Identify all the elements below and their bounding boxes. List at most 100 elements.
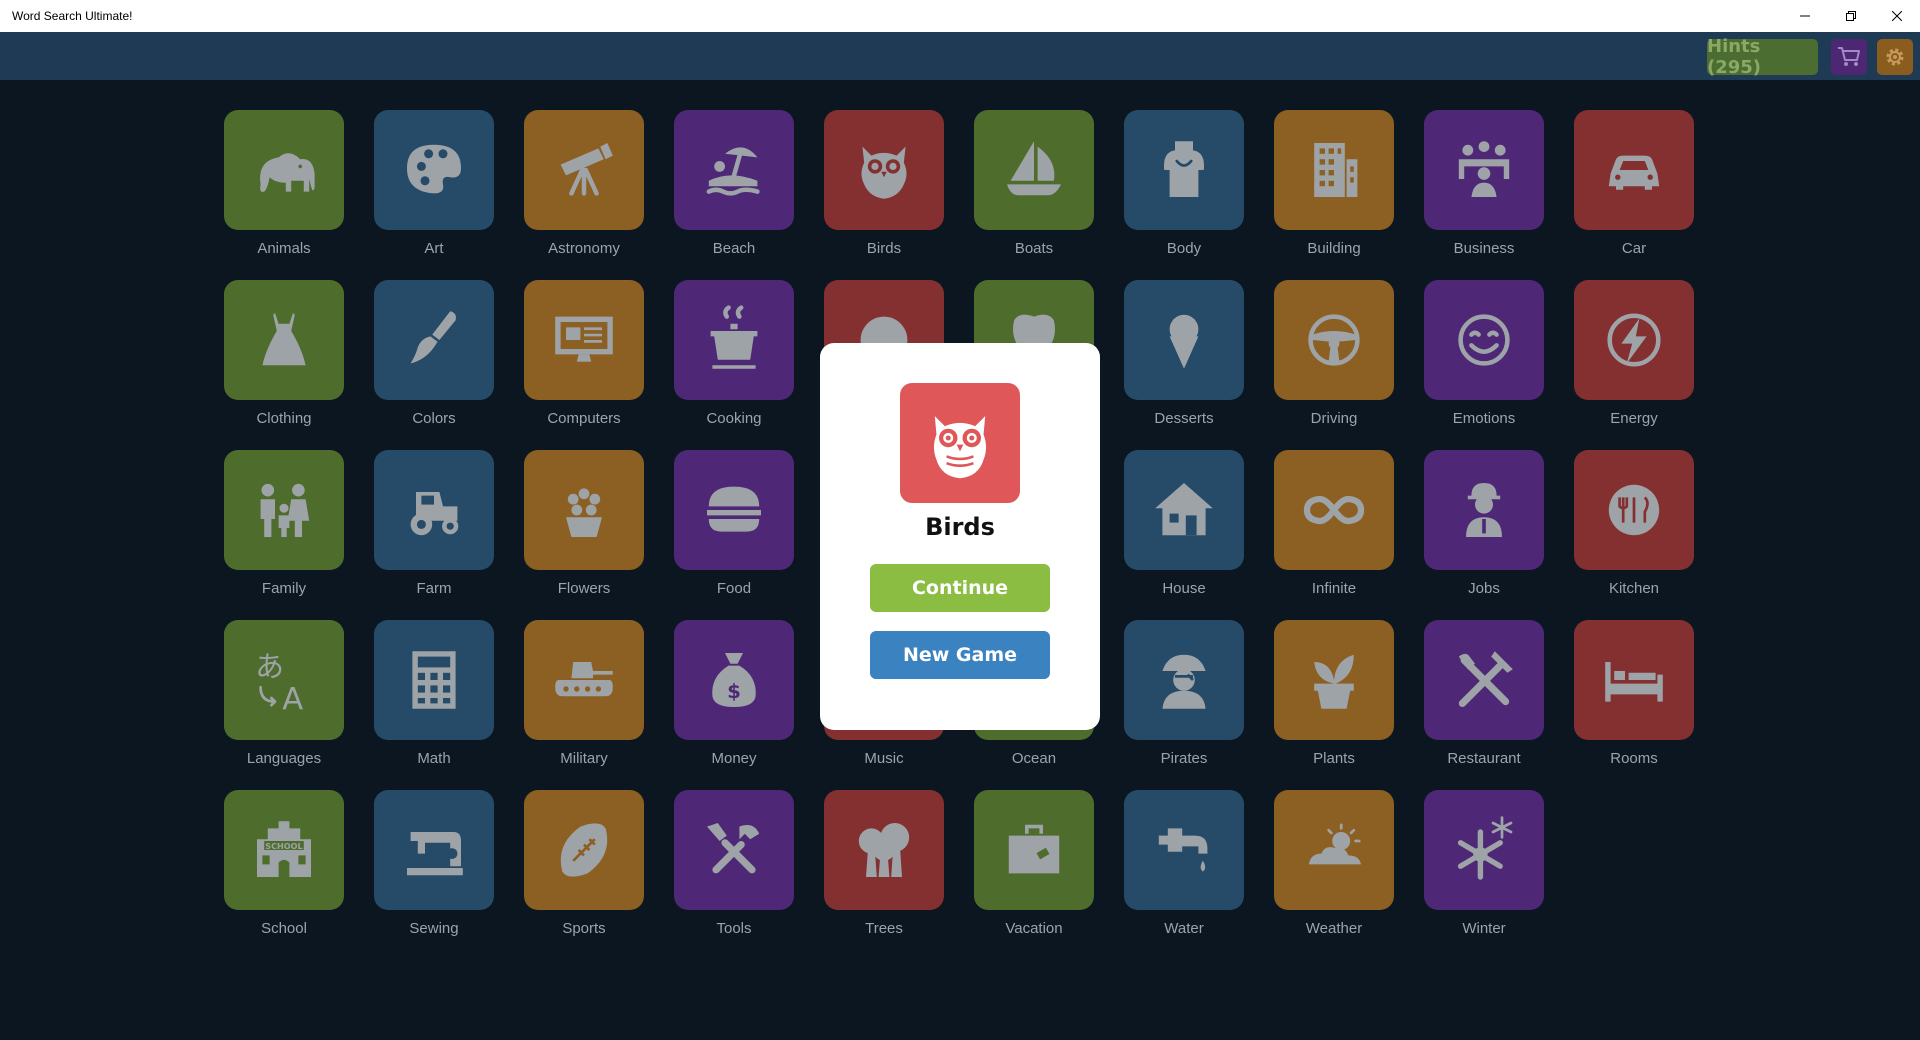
tank-icon — [555, 662, 613, 697]
category-tile-car[interactable]: Car — [1574, 110, 1694, 257]
category-tile-box — [1424, 280, 1544, 400]
category-tile-box — [1424, 620, 1544, 740]
continue-button[interactable]: Continue — [870, 564, 1050, 612]
category-tile-farm[interactable]: Farm — [374, 450, 494, 597]
category-label: Tools — [716, 920, 752, 937]
svg-text:A: A — [282, 682, 303, 716]
category-tile-box — [1574, 280, 1694, 400]
category-tile-math[interactable]: Math — [374, 620, 494, 767]
category-tile-boats[interactable]: Boats — [974, 110, 1094, 257]
category-tile-trees[interactable]: Trees — [824, 790, 944, 937]
category-tile-house[interactable]: House — [1124, 450, 1244, 597]
category-tile-box — [1124, 280, 1244, 400]
category-tile-box — [524, 110, 644, 230]
category-tile-infinite[interactable]: Infinite — [1274, 450, 1394, 597]
category-tile-colors[interactable]: Colors — [374, 280, 494, 427]
category-tile-pirates[interactable]: Pirates — [1124, 620, 1244, 767]
category-label: Computers — [547, 410, 621, 427]
category-label: Desserts — [1154, 410, 1214, 427]
tractor-icon — [410, 492, 459, 536]
category-tile-jobs[interactable]: Jobs — [1424, 450, 1544, 597]
house-icon — [1155, 483, 1213, 536]
category-label: Sports — [562, 920, 606, 937]
category-tile-school[interactable]: SCHOOL School — [224, 790, 344, 937]
family-icon — [260, 483, 310, 537]
fork-knife-icon — [1458, 651, 1513, 707]
category-tile-birds[interactable]: Birds — [824, 110, 944, 257]
category-tile-building[interactable]: Building — [1274, 110, 1394, 257]
category-tile-box — [1574, 110, 1694, 230]
money-bag-icon: $ — [712, 653, 756, 707]
restore-button[interactable] — [1828, 0, 1874, 32]
category-tile-driving[interactable]: Driving — [1274, 280, 1394, 427]
category-tile-astronomy[interactable]: Astronomy — [524, 110, 644, 257]
category-tile-box — [1274, 790, 1394, 910]
category-label: Kitchen — [1608, 580, 1660, 597]
minimize-button[interactable] — [1782, 0, 1828, 32]
category-tile-weather[interactable]: Weather — [1274, 790, 1394, 937]
category-tile-box — [1424, 790, 1544, 910]
category-tile-body[interactable]: Body — [1124, 110, 1244, 257]
category-tile-beach[interactable]: Beach — [674, 110, 794, 257]
category-tile-languages[interactable]: あ A Languages — [224, 620, 344, 767]
category-tile-desserts[interactable]: Desserts — [1124, 280, 1244, 427]
category-tile-cooking[interactable]: Cooking — [674, 280, 794, 427]
category-tile-rooms[interactable]: Rooms — [1574, 620, 1694, 767]
hints-button[interactable]: Hints (295) — [1707, 36, 1818, 78]
category-tile-box — [974, 790, 1094, 910]
category-tile-plants[interactable]: Plants — [1274, 620, 1394, 767]
dialog-category-icon — [900, 383, 1020, 503]
suitcase-icon — [1008, 824, 1060, 874]
category-label: Boats — [1014, 240, 1054, 257]
category-label: Languages — [246, 750, 322, 767]
category-tile-family[interactable]: Family — [224, 450, 344, 597]
category-tile-box — [1124, 450, 1244, 570]
pirate-icon — [1162, 654, 1206, 709]
category-tile-tools[interactable]: Tools — [674, 790, 794, 937]
category-label: Clothing — [256, 410, 312, 427]
category-tile-box — [1274, 110, 1394, 230]
category-tile-animals[interactable]: Animals — [224, 110, 344, 257]
app-title: Word Search Ultimate! — [12, 9, 133, 23]
category-tile-military[interactable]: Military — [524, 620, 644, 767]
snowflake-icon — [1457, 816, 1513, 880]
category-label: Music — [864, 750, 904, 767]
dress-icon — [262, 313, 306, 366]
category-tile-clothing[interactable]: Clothing — [224, 280, 344, 427]
category-tile-kitchen[interactable]: Kitchen — [1574, 450, 1694, 597]
cart-button[interactable] — [1831, 39, 1867, 75]
category-label: Restaurant — [1447, 750, 1521, 767]
close-button[interactable] — [1874, 0, 1920, 32]
category-label: Infinite — [1311, 580, 1357, 597]
category-label: Driving — [1310, 410, 1358, 427]
category-tile-vacation[interactable]: Vacation — [974, 790, 1094, 937]
category-tile-energy[interactable]: Energy — [1574, 280, 1694, 427]
category-tile-box — [1424, 450, 1544, 570]
category-tile-box — [674, 790, 794, 910]
calculator-icon — [412, 651, 456, 709]
category-tile-art[interactable]: Art — [374, 110, 494, 257]
category-label: Beach — [712, 240, 756, 257]
category-tile-sports[interactable]: Sports — [524, 790, 644, 937]
category-tile-box — [1424, 110, 1544, 230]
category-tile-food[interactable]: Food — [674, 450, 794, 597]
category-tile-emotions[interactable]: Emotions — [1424, 280, 1544, 427]
new-game-button[interactable]: New Game — [870, 631, 1050, 679]
category-tile-money[interactable]: $ Money — [674, 620, 794, 767]
category-label: Business — [1453, 240, 1515, 257]
category-tile-business[interactable]: Business — [1424, 110, 1544, 257]
category-tile-winter[interactable]: Winter — [1424, 790, 1544, 937]
category-tile-computers[interactable]: Computers — [524, 280, 644, 427]
category-tile-water[interactable]: Water — [1124, 790, 1244, 937]
category-label: Flowers — [557, 580, 611, 597]
close-icon — [1892, 11, 1902, 21]
beach-umbrella-icon — [706, 147, 760, 196]
settings-button[interactable] — [1877, 39, 1913, 75]
category-label: Military — [560, 750, 608, 767]
worker-icon — [1466, 483, 1502, 537]
category-tile-sewing[interactable]: Sewing — [374, 790, 494, 937]
category-tile-restaurant[interactable]: Restaurant — [1424, 620, 1544, 767]
category-tile-flowers[interactable]: Flowers — [524, 450, 644, 597]
category-label: Food — [716, 580, 752, 597]
category-label: Water — [1164, 920, 1204, 937]
